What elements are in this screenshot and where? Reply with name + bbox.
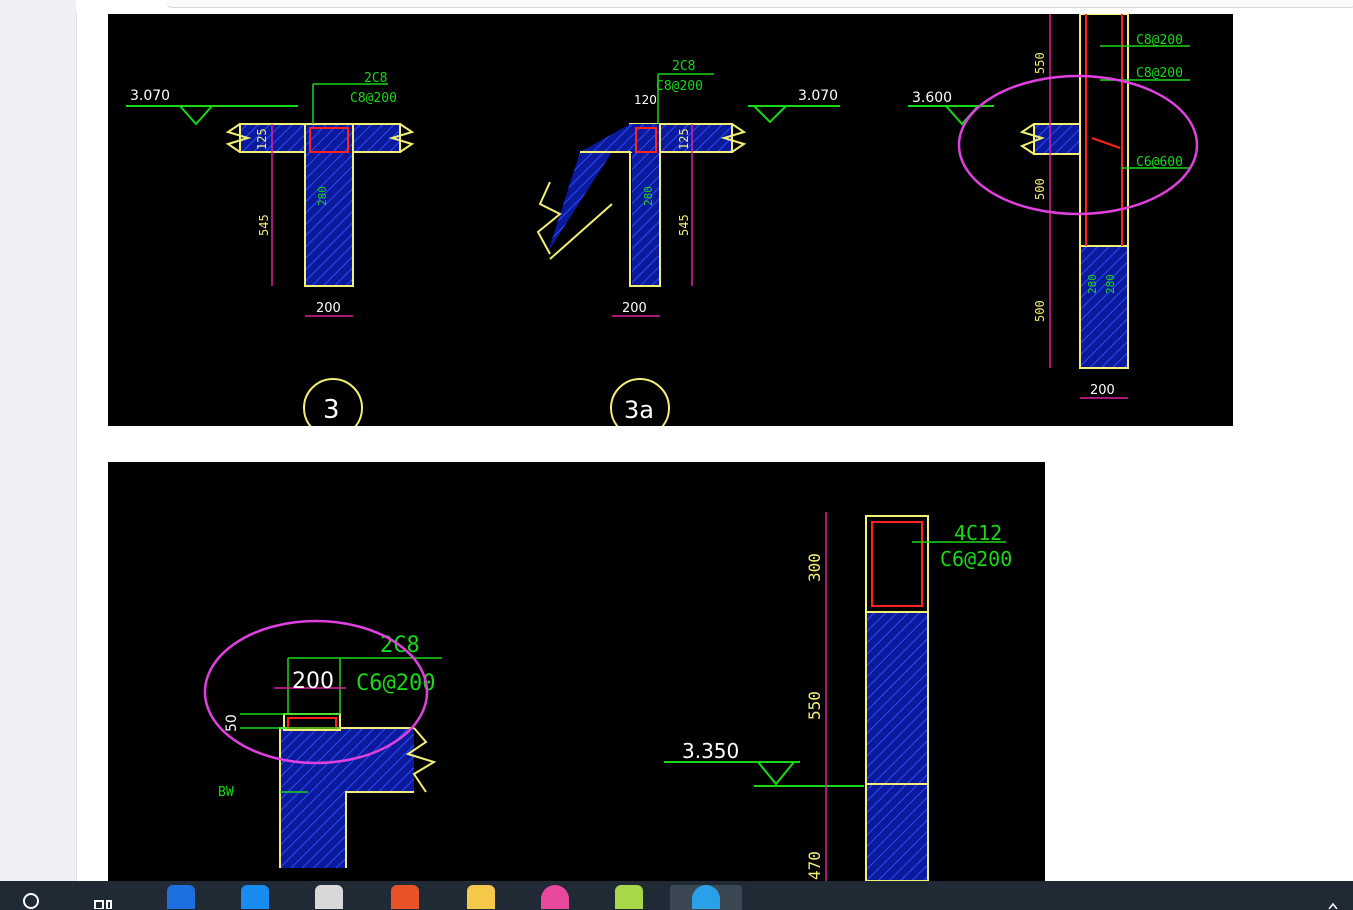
col-dim-500-b: 500 xyxy=(1033,300,1047,322)
dim-545-a: 545 xyxy=(257,214,271,236)
level-left: 3.070 xyxy=(130,88,170,104)
bottom-level: 3.350 xyxy=(682,739,739,763)
app-icon-7[interactable] xyxy=(612,885,646,910)
dim-545-b: 545 xyxy=(677,214,691,236)
folder-icon[interactable] xyxy=(464,885,498,910)
bottom-label-bw: BW xyxy=(218,785,234,800)
rebar-2c8-a: 2C8 xyxy=(364,71,387,86)
dim-120: 120 xyxy=(634,93,657,107)
dim-280-a: 280 xyxy=(316,186,329,206)
col-dim-550: 550 xyxy=(1033,52,1047,74)
bottom-col-dim-550: 550 xyxy=(805,691,824,720)
col-rebar-c8-2: C8@200 xyxy=(1136,66,1183,81)
bottom-col-dim-470: 470 xyxy=(805,851,824,880)
bottom-dim-200: 200 xyxy=(292,669,334,694)
tab-strip-edge xyxy=(166,0,1353,8)
dim-280-b: 280 xyxy=(642,186,655,206)
search-icon[interactable] xyxy=(16,885,50,910)
column-detail: 3.600 C8@200 C8@200 C6@600 550 500 500 2… xyxy=(908,14,1199,399)
dim-125-b: 125 xyxy=(677,128,691,150)
col-rebar-c8-1: C8@200 xyxy=(1136,33,1183,48)
cad-drawing-bottom[interactable]: 2C8 200 C6@200 50 BW 3.350 4C12 C6@200 3… xyxy=(108,462,1045,881)
app-icon-3[interactable] xyxy=(312,885,346,910)
label-detail-3a: 3a xyxy=(624,396,654,424)
app-icon-6[interactable] xyxy=(538,885,572,910)
col-rebar-c6: C6@600 xyxy=(1136,155,1183,170)
cad-drawing-bottom-svg: 2C8 200 C6@200 50 BW 3.350 4C12 C6@200 3… xyxy=(203,512,1012,881)
browser-top-strip xyxy=(76,0,1353,13)
app-icon-2[interactable] xyxy=(238,885,272,910)
rebar-c8-a: C8@200 xyxy=(350,91,397,106)
col-dim-200: 200 xyxy=(1090,383,1115,398)
bottom-col-rebar-c6: C6@200 xyxy=(940,547,1012,571)
bottom-col-rebar-4c12: 4C12 xyxy=(954,521,1002,545)
wall-section-detail: 2C8 200 C6@200 50 BW xyxy=(203,619,442,868)
edge-browser-icon[interactable] xyxy=(670,885,742,910)
level-mid: 3.070 xyxy=(798,88,838,104)
dim-200-b: 200 xyxy=(622,301,647,316)
chevron-up-icon[interactable] xyxy=(1316,885,1350,910)
browser-sidebar xyxy=(0,0,77,881)
level-right: 3.600 xyxy=(912,90,952,106)
app-icon-1[interactable] xyxy=(164,885,198,910)
col-dim-280-b: 280 xyxy=(1104,274,1117,294)
col-dim-500-a: 500 xyxy=(1033,178,1047,200)
cad-drawing-top-svg: 3.070 2C8 C8@200 125 545 280 200 3 3.070… xyxy=(126,14,1199,426)
label-detail-3: 3 xyxy=(323,395,340,425)
taskbar xyxy=(0,881,1353,910)
cad-drawing-top[interactable]: 3.070 2C8 C8@200 125 545 280 200 3 3.070… xyxy=(108,14,1233,426)
bottom-dim-50: 50 xyxy=(224,714,240,732)
detail-3a: 3.070 2C8 C8@200 120 125 545 280 200 3a xyxy=(536,59,840,426)
col-dim-280-a: 280 xyxy=(1086,274,1099,294)
rebar-2c8-b: 2C8 xyxy=(672,59,695,74)
rebar-c8-b: C8@200 xyxy=(656,79,703,94)
dim-200-a: 200 xyxy=(316,301,341,316)
dim-125-a: 125 xyxy=(255,128,269,150)
app-icon-4[interactable] xyxy=(388,885,422,910)
task-view-icon[interactable] xyxy=(86,885,120,910)
bottom-column-detail: 3.350 4C12 C6@200 300 550 470 xyxy=(664,512,1012,881)
detail-3: 3.070 2C8 C8@200 125 545 280 200 3 xyxy=(126,71,415,426)
bottom-col-dim-300: 300 xyxy=(805,553,824,582)
